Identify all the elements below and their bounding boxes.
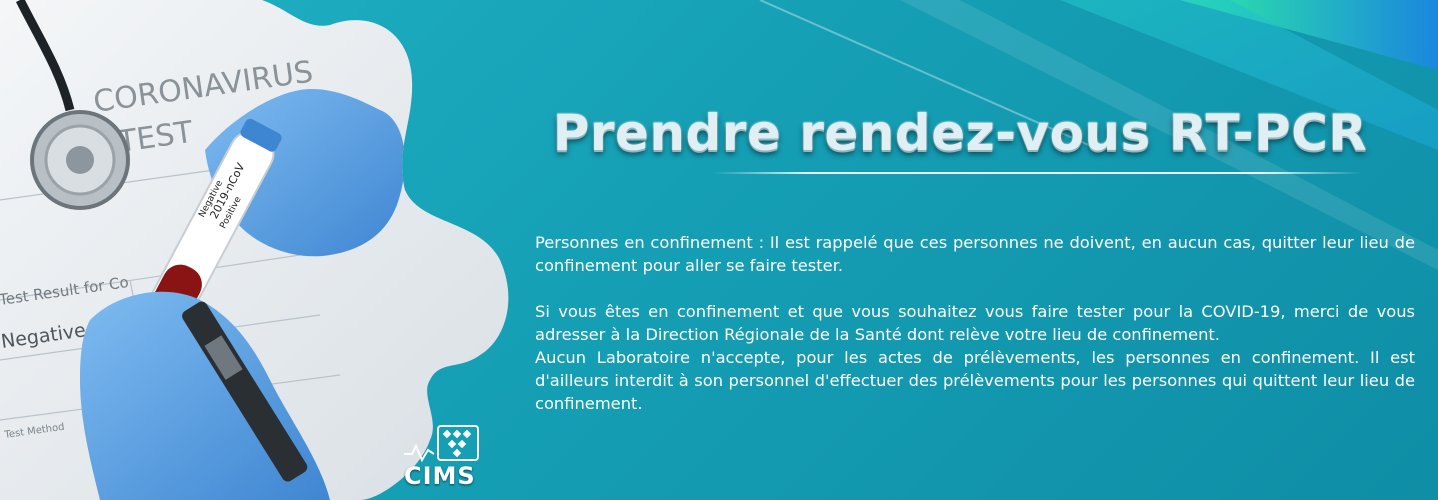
title-underline — [712, 172, 1362, 174]
notice-paragraph-2: Si vous êtes en confinement et que vous … — [535, 302, 1415, 344]
notice-text: Personnes en confinement : Il est rappel… — [535, 231, 1415, 415]
page-title: Prendre rendez-vous RT-PCR — [552, 104, 1368, 162]
banner: CORONAVIRUS TEST Test Result for Co Nega… — [0, 0, 1438, 500]
notice-paragraph-3: Aucun Laboratoire n'accepte, pour les ac… — [535, 348, 1415, 413]
notice-paragraph-1: Personnes en confinement : Il est rappel… — [535, 233, 1415, 275]
logo-text: CIMS — [404, 462, 476, 490]
